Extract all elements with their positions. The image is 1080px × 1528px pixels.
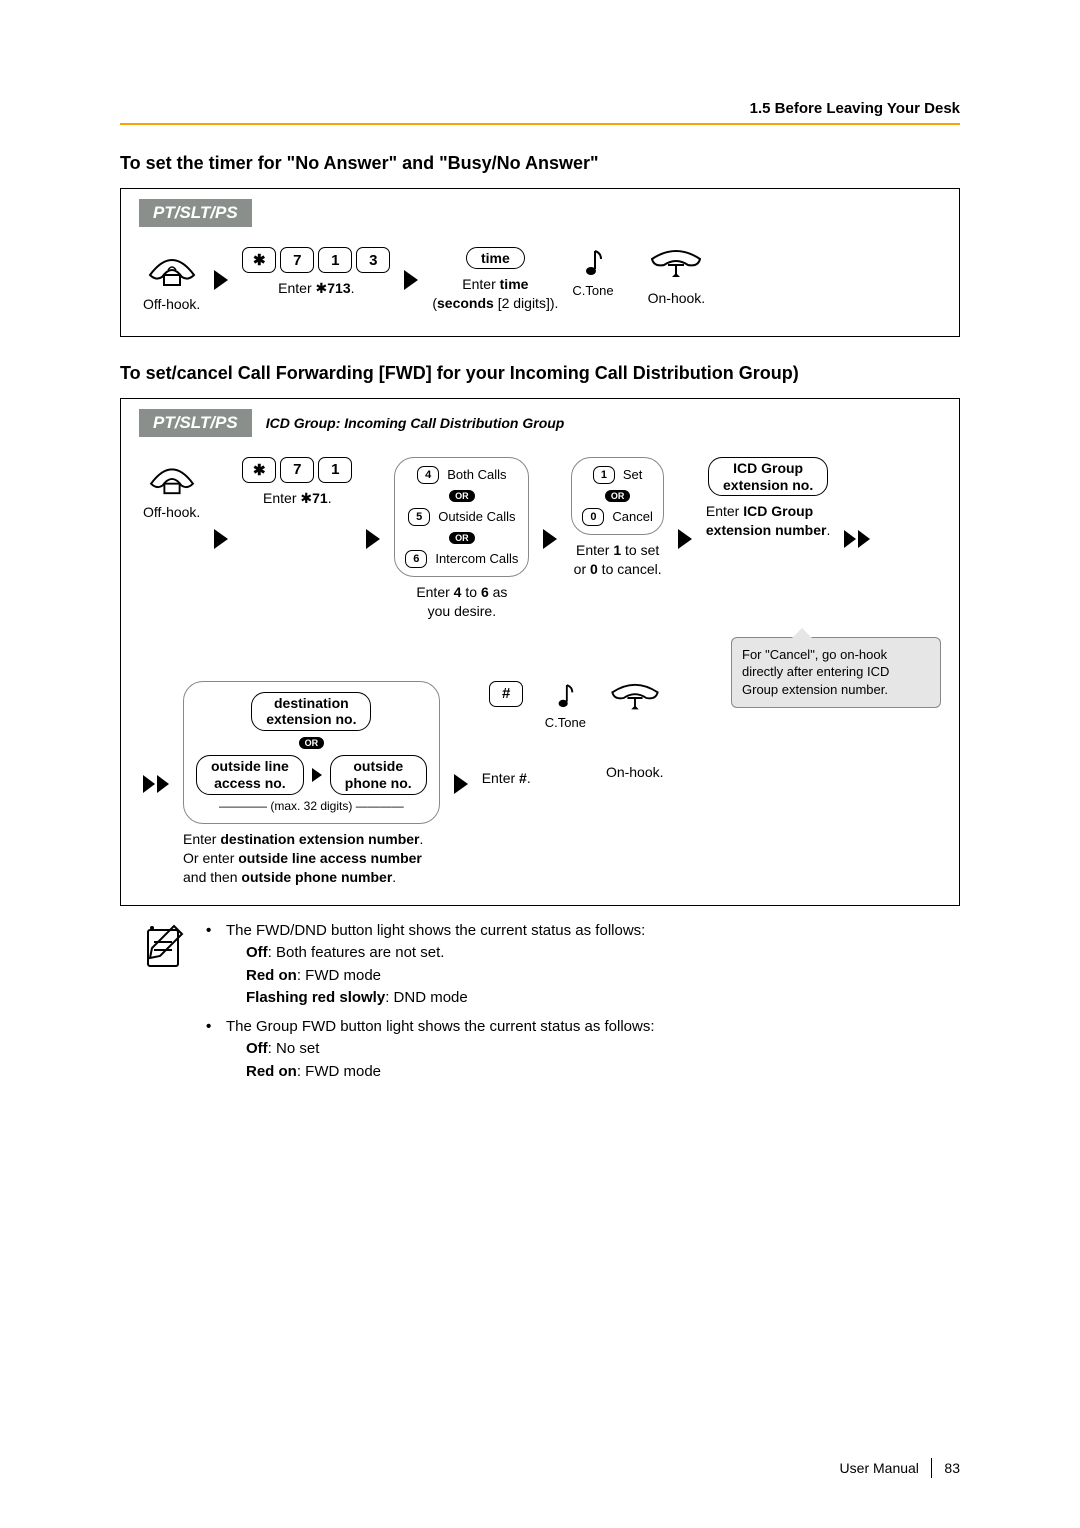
footer-page: 83 — [944, 1460, 960, 1476]
step-offhook: Off-hook. — [143, 247, 200, 314]
note-icon — [554, 681, 576, 713]
footer-manual: User Manual — [840, 1460, 919, 1476]
step-onhook: On-hook. — [648, 247, 706, 308]
step-hash: # Enter #. — [482, 681, 531, 788]
arrow-icon — [214, 270, 228, 290]
step-onhook: On-hook. — [606, 681, 664, 782]
section-rule — [120, 123, 960, 125]
arrow-icon — [543, 529, 557, 549]
notes-section: The FWD/DND button light shows the curre… — [120, 920, 960, 1090]
outside-phone-pill: outsidephone no. — [330, 755, 427, 795]
step-enter-71: ✱ 7 1 Enter ✱71. — [242, 457, 352, 508]
double-arrow-icon — [143, 775, 169, 793]
step-enter-713: ✱ 7 1 3 Enter ✱713. — [242, 247, 390, 298]
arrow-icon — [312, 768, 322, 782]
step-offhook: Off-hook. — [143, 457, 200, 522]
time-pill: time — [466, 247, 525, 269]
step-time: time Enter time(seconds [2 digits]). — [432, 247, 558, 313]
device-tab: PT/SLT/PS — [139, 199, 252, 227]
page-footer: User Manual 83 — [840, 1458, 960, 1478]
key-7: 7 — [280, 457, 314, 483]
arrow-icon — [214, 529, 228, 549]
step-ctone: C.Tone — [545, 681, 586, 730]
dest-ext-pill: destinationextension no. — [251, 692, 371, 732]
or-badge: OR — [605, 490, 631, 502]
heading-fwd: To set/cancel Call Forwarding [FWD] for … — [120, 363, 960, 384]
arrow-icon — [404, 270, 418, 290]
outside-line-pill: outside lineaccess no. — [196, 755, 304, 795]
key-1: 1 — [318, 457, 352, 483]
or-badge: OR — [299, 737, 325, 749]
offhook-icon — [145, 457, 199, 497]
cancel-callout: For "Cancel", go on-hook directly after … — [731, 637, 941, 708]
onhook-icon — [608, 681, 662, 715]
footer-divider — [931, 1458, 933, 1478]
panel-fwd: PT/SLT/PS ICD Group: Incoming Call Distr… — [120, 398, 960, 906]
icd-note: ICD Group: Incoming Call Distribution Gr… — [266, 415, 565, 431]
hash-key: # — [489, 681, 523, 707]
or-badge: OR — [449, 490, 475, 502]
icd-ext-pill: ICD Groupextension no. — [708, 457, 828, 497]
onhook-icon — [648, 247, 704, 283]
note-icon — [581, 247, 605, 281]
step-set-cancel: 1Set OR 0Cancel Enter 1 to setor 0 to ca… — [571, 457, 663, 579]
step-call-type: 4Both Calls OR 5Outside Calls OR 6Interc… — [394, 457, 529, 621]
notepad-icon — [140, 920, 188, 972]
or-badge: OR — [449, 532, 475, 544]
offhook-icon — [144, 247, 200, 289]
star-key: ✱ — [242, 457, 276, 483]
step-ctone: C.Tone — [572, 247, 613, 298]
step-destination: destinationextension no. OR outside line… — [183, 681, 440, 887]
section-header: 1.5 Before Leaving Your Desk — [120, 100, 960, 117]
step-icd-ext: ICD Groupextension no. Enter ICD Groupex… — [706, 457, 830, 540]
arrow-icon — [678, 529, 692, 549]
double-arrow-icon — [844, 530, 870, 548]
arrow-icon — [454, 774, 468, 794]
key-1: 1 — [318, 247, 352, 273]
key-7: 7 — [280, 247, 314, 273]
note-item: The FWD/DND button light shows the curre… — [206, 920, 655, 1010]
panel-timer: PT/SLT/PS Off-hook. ✱ 7 1 3 Enter ✱713. … — [120, 188, 960, 337]
device-tab: PT/SLT/PS — [139, 409, 252, 437]
heading-timer: To set the timer for "No Answer" and "Bu… — [120, 153, 960, 174]
note-item: The Group FWD button light shows the cur… — [206, 1016, 655, 1084]
key-3: 3 — [356, 247, 390, 273]
star-key: ✱ — [242, 247, 276, 273]
arrow-icon — [366, 529, 380, 549]
